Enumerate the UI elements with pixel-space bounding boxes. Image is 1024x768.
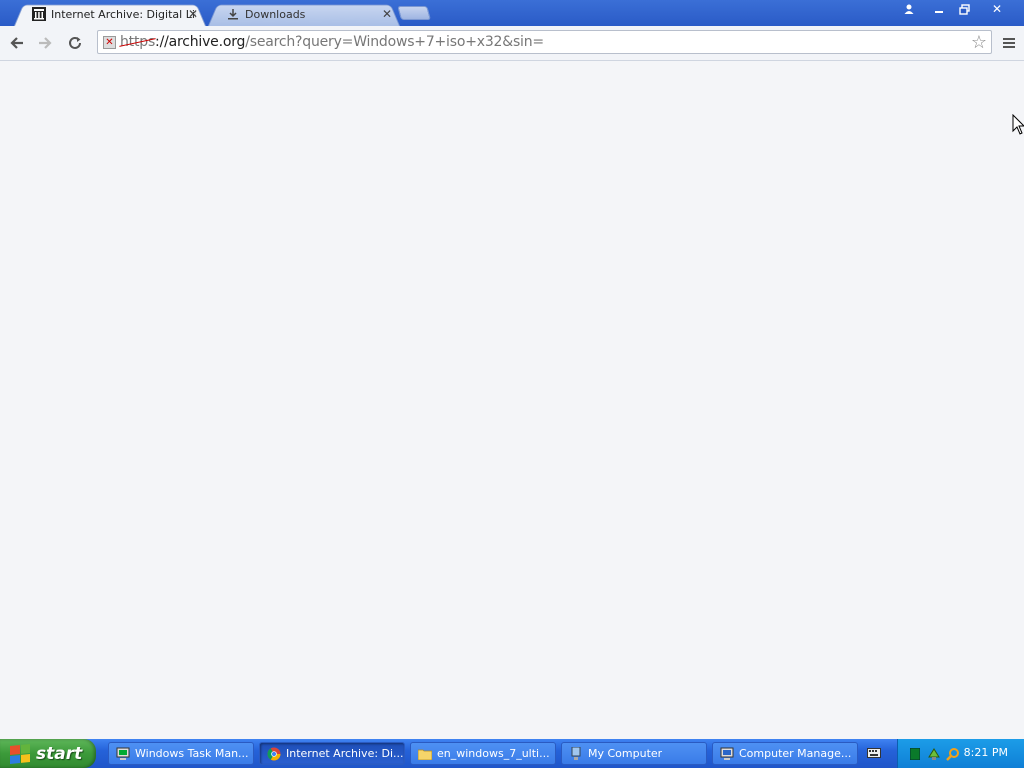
forward-button[interactable]: [34, 32, 56, 54]
taskbar-item-my-computer[interactable]: My Computer: [561, 742, 707, 765]
tab-title: Internet Archive: Digital Libr: [51, 7, 196, 21]
menu-icon[interactable]: [998, 32, 1020, 54]
close-window-button[interactable]: ✕: [986, 1, 1008, 17]
browser-title-bar: Internet Archive: Digital Libr ✕ Downloa…: [0, 0, 1024, 26]
taskbar: start Windows Task Man... Internet Archi…: [0, 739, 1024, 768]
taskbar-item-computer-management[interactable]: Computer Manage...: [712, 742, 858, 765]
start-button[interactable]: start: [0, 739, 96, 768]
system-tray: 8:21 PM: [897, 739, 1024, 768]
url-path: /search?query=Windows+7+iso+x32&sin=: [245, 34, 544, 50]
new-tab-button[interactable]: [397, 6, 431, 20]
back-button[interactable]: [6, 32, 28, 54]
archive-icon: [32, 7, 46, 21]
url-scheme: https: [120, 34, 156, 50]
windows-logo-icon: [10, 743, 30, 764]
tab-internet-archive[interactable]: Internet Archive: Digital Libr ✕: [14, 2, 206, 26]
start-label: start: [36, 743, 83, 764]
page-content[interactable]: [0, 61, 1024, 739]
user-profile-icon[interactable]: [898, 1, 920, 17]
reload-button[interactable]: [64, 32, 86, 54]
address-bar[interactable]: ✕ https://archive.org/search?query=Windo…: [97, 30, 992, 54]
taskbar-item-internet-archive[interactable]: Internet Archive: Di...: [259, 742, 405, 765]
system-clock[interactable]: 8:21 PM: [964, 746, 1008, 759]
tab-title: Downloads: [245, 7, 306, 21]
url-text: https://archive.org/search?query=Windows…: [120, 34, 544, 50]
my-computer-icon: [568, 746, 583, 761]
safely-remove-hardware-icon[interactable]: [927, 747, 941, 761]
task-manager-icon: [115, 746, 130, 761]
close-tab-icon[interactable]: ✕: [188, 7, 198, 21]
search-icon[interactable]: [946, 747, 960, 761]
url-host: ://archive.org: [155, 34, 246, 50]
network-status-icon[interactable]: [908, 747, 922, 761]
chrome-icon: [266, 746, 281, 761]
bookmark-star-icon[interactable]: ☆: [971, 32, 987, 53]
computer-management-icon: [719, 746, 734, 761]
minimize-button[interactable]: [928, 1, 950, 17]
browser-toolbar: ✕ https://archive.org/search?query=Windo…: [0, 26, 1024, 61]
taskbar-item-task-manager[interactable]: Windows Task Man...: [108, 742, 254, 765]
broken-lock-icon[interactable]: ✕: [103, 36, 116, 49]
restore-button[interactable]: [953, 1, 975, 17]
taskbar-item-folder[interactable]: en_windows_7_ulti...: [410, 742, 556, 765]
close-tab-icon[interactable]: ✕: [382, 7, 392, 21]
download-icon: [226, 7, 240, 21]
folder-icon: [417, 746, 432, 761]
keyboard-language-icon[interactable]: [866, 747, 882, 759]
tab-downloads[interactable]: Downloads ✕: [208, 2, 400, 26]
